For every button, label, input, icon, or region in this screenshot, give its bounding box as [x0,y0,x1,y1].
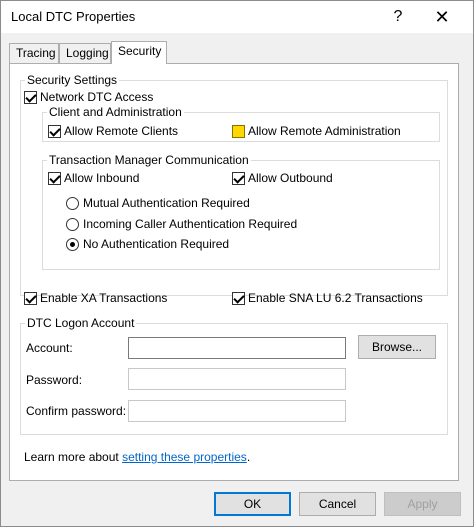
logon-account-legend: DTC Logon Account [27,316,135,330]
help-icon[interactable]: ? [381,5,415,29]
learn-more-text: Learn more about setting these propertie… [24,450,250,464]
learn-more-prefix: Learn more about [24,450,123,464]
checkbox-unchecked-icon [232,124,245,138]
browse-button[interactable]: Browse... [358,335,436,359]
allow-remote-admin-label: Allow Remote Administration [248,124,401,138]
close-icon[interactable]: ✕ [425,5,459,29]
network-dtc-access-label: Network DTC Access [40,90,154,104]
enable-sna-label: Enable SNA LU 6.2 Transactions [248,291,423,305]
checkbox-checked-icon [232,291,245,305]
client-admin-legend: Client and Administration [49,105,182,119]
checkbox-checked-icon [232,171,245,185]
no-auth-label: No Authentication Required [83,237,230,251]
allow-inbound-checkbox[interactable]: Allow Inbound [48,171,139,185]
password-field[interactable] [128,368,346,390]
network-dtc-access-checkbox[interactable]: Network DTC Access [24,90,153,104]
enable-xa-checkbox[interactable]: Enable XA Transactions [24,291,167,305]
security-tab-panel: Security Settings Network DTC Access Cli… [9,63,459,481]
dialog-window: Local DTC Properties ? ✕ Tracing Logging… [0,0,474,527]
radio-unselected-icon [66,196,79,210]
title-bar: Local DTC Properties ? ✕ [1,1,473,33]
incoming-caller-auth-label: Incoming Caller Authentication Required [83,217,298,231]
allow-remote-clients-checkbox[interactable]: Allow Remote Clients [48,124,178,138]
setting-properties-link[interactable]: setting these properties [122,450,247,464]
apply-button[interactable]: Apply [384,492,461,516]
tab-logging[interactable]: Logging [59,43,111,63]
mutual-auth-label: Mutual Authentication Required [83,196,250,210]
window-title: Local DTC Properties [11,9,136,24]
checkbox-checked-icon [48,171,61,185]
allow-remote-clients-label: Allow Remote Clients [64,124,179,138]
enable-sna-checkbox[interactable]: Enable SNA LU 6.2 Transactions [232,291,423,305]
confirm-password-label: Confirm password: [26,404,127,418]
allow-remote-admin-checkbox[interactable]: Allow Remote Administration [232,124,401,138]
incoming-caller-auth-radio[interactable]: Incoming Caller Authentication Required [66,217,297,231]
checkbox-checked-icon [48,124,61,138]
tab-tracing[interactable]: Tracing [9,43,59,63]
confirm-password-field[interactable] [128,400,346,422]
cancel-button[interactable]: Cancel [299,492,376,516]
security-settings-legend: Security Settings [27,73,118,87]
checkbox-checked-icon [24,291,37,305]
enable-xa-label: Enable XA Transactions [40,291,168,305]
allow-outbound-checkbox[interactable]: Allow Outbound [232,171,333,185]
no-auth-radio[interactable]: No Authentication Required [66,237,229,251]
ok-button[interactable]: OK [214,492,291,516]
allow-inbound-label: Allow Inbound [64,171,140,185]
account-field[interactable] [128,337,346,359]
mutual-auth-radio[interactable]: Mutual Authentication Required [66,196,250,210]
password-label: Password: [26,373,83,387]
radio-selected-icon [66,237,79,251]
learn-more-suffix: . [246,450,251,464]
checkbox-checked-icon [24,90,37,104]
radio-unselected-icon [66,217,79,231]
allow-outbound-label: Allow Outbound [248,171,333,185]
tm-communication-legend: Transaction Manager Communication [49,153,249,167]
account-label: Account: [26,341,73,355]
tab-security[interactable]: Security [111,41,167,64]
